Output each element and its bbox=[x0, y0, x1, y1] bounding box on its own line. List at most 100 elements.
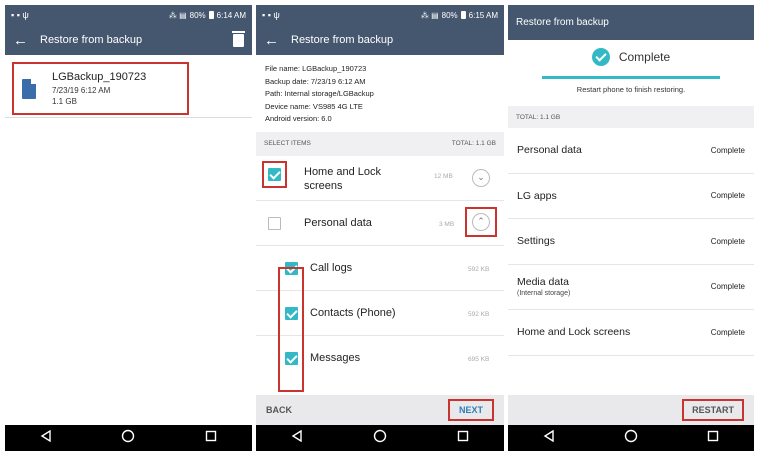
item-size: 12 MB bbox=[434, 172, 453, 180]
nav-back-icon[interactable] bbox=[40, 429, 52, 447]
notification-icons: ▪ ▪ ψ bbox=[262, 10, 280, 20]
result-label: Media data bbox=[517, 276, 569, 289]
chevron-up-icon[interactable]: ⌃ bbox=[472, 212, 490, 231]
app-bar: ← Restore from backup bbox=[256, 25, 504, 55]
nav-recent-icon[interactable] bbox=[205, 429, 217, 447]
back-button[interactable]: BACK bbox=[266, 405, 292, 415]
info-device-name: Device name: VS985 4G LTE bbox=[265, 101, 363, 111]
nav-bar bbox=[5, 425, 252, 451]
restart-button[interactable]: RESTART bbox=[682, 399, 744, 421]
next-button[interactable]: NEXT bbox=[447, 399, 494, 421]
item-size: 592 KB bbox=[468, 265, 490, 273]
check-icon bbox=[591, 48, 610, 66]
total-header: TOTAL: 1.1 GB bbox=[508, 106, 754, 128]
item-size: 3 MB bbox=[439, 220, 455, 228]
battery-level: 80% bbox=[189, 10, 206, 20]
bottom-bar: BACK NEXT bbox=[256, 395, 504, 425]
result-label: LG apps bbox=[517, 189, 557, 202]
status-right: ⁂ ▤ 80% 6:14 AM bbox=[169, 11, 246, 20]
item-size: 695 KB bbox=[468, 355, 490, 363]
complete-status: Complete bbox=[508, 48, 754, 66]
status-bar: ▪ ▪ ψ ⁂ ▤ 80% 6:15 AM bbox=[256, 5, 504, 25]
item-personal-data[interactable]: Personal data 3 MB ⌃ bbox=[256, 201, 504, 246]
nav-home-icon[interactable] bbox=[121, 429, 135, 448]
app-bar-title: Restore from backup bbox=[40, 34, 143, 46]
back-arrow-icon[interactable]: ← bbox=[264, 33, 279, 48]
clock: 6:15 AM bbox=[468, 10, 498, 20]
result-row-lg-apps: LG apps Complete bbox=[508, 174, 754, 219]
back-arrow-icon[interactable]: ← bbox=[13, 33, 28, 48]
item-label: Personal data bbox=[304, 216, 372, 229]
battery-level: 80% bbox=[441, 10, 458, 20]
info-backup-date: Backup date: 7/23/19 6:12 AM bbox=[265, 76, 366, 86]
item-home-lock-screens[interactable]: Home and Lock screens 12 MB ⌄ bbox=[256, 156, 504, 201]
notification-icons: ▪ ▪ ψ bbox=[11, 10, 29, 20]
screen-backup-list: ▪ ▪ ψ ⁂ ▤ 80% 6:14 AM ← Restore from bac… bbox=[5, 5, 252, 451]
item-label: Messages bbox=[310, 351, 361, 364]
result-sublabel: (Internal storage) bbox=[517, 290, 571, 298]
nav-bar bbox=[256, 425, 504, 451]
backup-list-item[interactable]: LGBackup_190723 7/23/19 6:12 AM 1.1 GB bbox=[12, 62, 189, 115]
chevron-down-icon[interactable]: ⌄ bbox=[472, 168, 490, 187]
status-bar: ▪ ▪ ψ ⁂ ▤ 80% 6:14 AM bbox=[5, 5, 252, 25]
item-label-2: screens bbox=[304, 179, 343, 192]
highlight-box-subitems bbox=[278, 267, 304, 392]
total-size: TOTAL: 1.1 GB bbox=[451, 140, 496, 147]
status-right: ⁂ ▤ 80% 6:15 AM bbox=[421, 11, 498, 20]
result-label: Home and Lock screens bbox=[517, 326, 631, 339]
result-row-home-lock: Home and Lock screens Complete bbox=[508, 310, 754, 356]
battery-icon bbox=[208, 11, 214, 19]
home-lock-checkbox[interactable] bbox=[268, 167, 281, 181]
restart-note: Restart phone to finish restoring. bbox=[576, 85, 686, 94]
screen-restore-complete: Restore from backup Complete Restart pho… bbox=[508, 5, 754, 451]
result-row-media-data: Media data (Internal storage) Complete bbox=[508, 265, 754, 310]
trash-icon[interactable] bbox=[232, 30, 245, 47]
complete-label: Complete bbox=[618, 50, 671, 64]
backup-date: 7/23/19 6:12 AM bbox=[52, 86, 111, 95]
nav-back-icon[interactable] bbox=[291, 429, 303, 447]
nav-recent-icon[interactable] bbox=[457, 429, 469, 447]
result-status: Complete bbox=[710, 282, 745, 292]
progress-fill bbox=[542, 76, 720, 79]
result-status: Complete bbox=[710, 236, 745, 246]
file-icon bbox=[22, 78, 36, 99]
app-bar: ← Restore from backup bbox=[5, 25, 252, 55]
backup-name: LGBackup_190723 bbox=[52, 71, 147, 83]
result-status: Complete bbox=[710, 145, 745, 155]
divider bbox=[5, 117, 252, 118]
result-status: Complete bbox=[710, 327, 745, 337]
battery-icon bbox=[460, 11, 466, 19]
total-size: TOTAL: 1.1 GB bbox=[516, 113, 561, 121]
select-items-header: SELECT ITEMS TOTAL: 1.1 GB bbox=[256, 131, 504, 156]
result-row-personal-data: Personal data Complete bbox=[508, 128, 754, 174]
select-items-label: SELECT ITEMS bbox=[264, 140, 311, 147]
screen-select-items: ▪ ▪ ψ ⁂ ▤ 80% 6:15 AM ← Restore from bac… bbox=[256, 5, 504, 451]
clock: 6:14 AM bbox=[216, 10, 246, 20]
item-label: Call logs bbox=[310, 261, 353, 274]
app-bar-title: Restore from backup bbox=[291, 34, 394, 46]
app-bar-title: Restore from backup bbox=[516, 17, 609, 28]
nav-bar bbox=[508, 425, 754, 451]
backup-info: File name: LGBackup_190723 Backup date: … bbox=[256, 55, 504, 132]
info-path: Path: Internal storage/LGBackup bbox=[265, 89, 374, 98]
progress-bar bbox=[542, 76, 720, 79]
result-label: Personal data bbox=[517, 144, 582, 157]
result-status: Complete bbox=[710, 191, 745, 201]
nav-home-icon[interactable] bbox=[624, 429, 638, 448]
info-android-version: Android version: 6.0 bbox=[265, 114, 332, 123]
bottom-bar: RESTART bbox=[508, 395, 754, 425]
item-size: 592 KB bbox=[468, 310, 490, 318]
item-label: Contacts (Phone) bbox=[310, 306, 396, 319]
app-bar: Restore from backup bbox=[508, 5, 754, 40]
signal-icon: ⁂ ▤ bbox=[420, 10, 439, 20]
result-label: Settings bbox=[517, 235, 555, 248]
nav-back-icon[interactable] bbox=[543, 429, 555, 447]
personal-data-checkbox[interactable] bbox=[268, 216, 281, 230]
result-row-settings: Settings Complete bbox=[508, 219, 754, 265]
item-label: Home and Lock bbox=[304, 165, 382, 178]
signal-icon: ⁂ ▤ bbox=[168, 10, 187, 20]
backup-size: 1.1 GB bbox=[52, 97, 77, 106]
nav-home-icon[interactable] bbox=[373, 429, 387, 448]
item-label-wrap: Home and Lock screens bbox=[304, 165, 381, 193]
nav-recent-icon[interactable] bbox=[707, 429, 719, 447]
